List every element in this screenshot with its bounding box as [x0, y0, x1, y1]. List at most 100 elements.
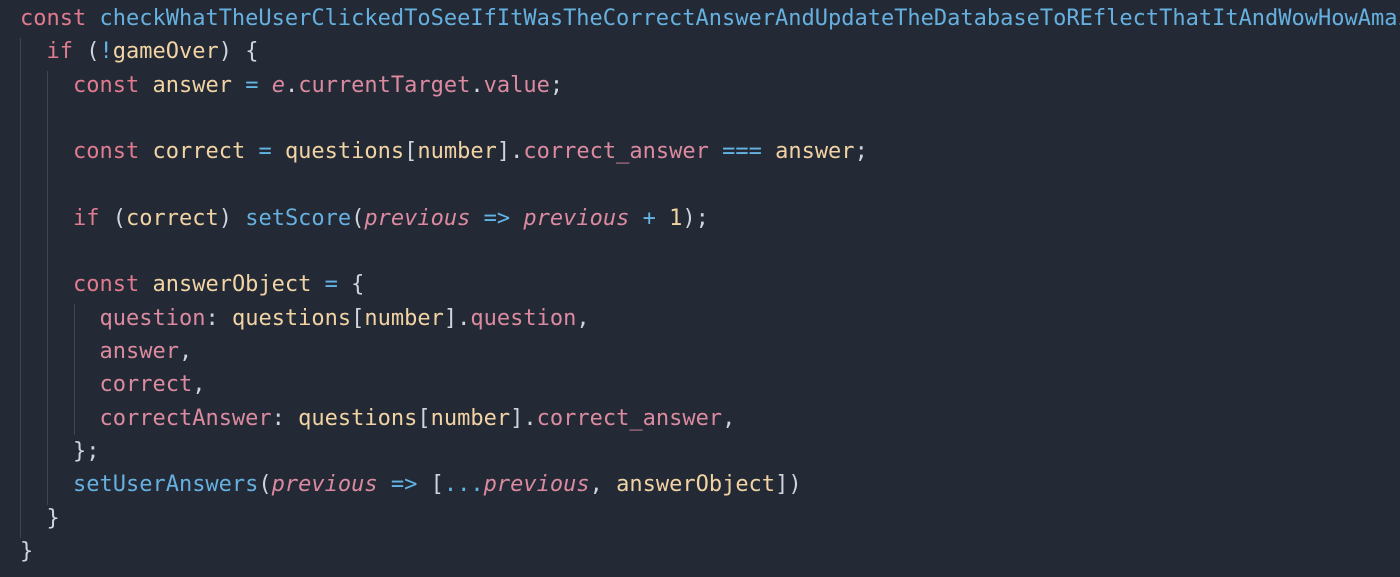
- code-token: const: [72, 272, 140, 298]
- code-line[interactable]: const answer = e.currentTarget.value;: [20, 69, 563, 102]
- code-token: =>: [390, 472, 418, 498]
- code-token: ,: [178, 339, 193, 364]
- code-line[interactable]: const answerObject = {: [20, 268, 364, 301]
- code-token: ;: [695, 205, 709, 231]
- code-token: [: [351, 305, 365, 331]
- code-token: answerObject: [152, 272, 312, 298]
- code-token: if: [72, 205, 100, 231]
- code-token: question: [470, 305, 577, 331]
- code-token: [: [430, 472, 444, 498]
- code-token: ,: [589, 472, 603, 498]
- code-token: ]: [510, 405, 524, 431]
- code-token: }: [20, 538, 34, 564]
- code-token: answer: [152, 72, 232, 98]
- code-line[interactable]: if (!gameOver) {: [20, 35, 259, 68]
- code-token: answer: [775, 139, 855, 165]
- code-token: checkWhatTheUserClickedToSeeIfItWasTheCo…: [99, 6, 1400, 31]
- code-token: :: [205, 305, 219, 331]
- code-line[interactable]: }: [20, 502, 60, 535]
- code-token: e: [271, 72, 285, 98]
- code-line[interactable]: const checkWhatTheUserClickedToSeeIfItWa…: [20, 2, 1400, 35]
- code-token: correct: [99, 372, 193, 398]
- code-token: const: [72, 72, 140, 98]
- code-token: [: [417, 405, 431, 431]
- code-token: 1: [669, 205, 683, 231]
- code-token: ;: [549, 72, 564, 98]
- code-token: .: [470, 72, 484, 98]
- code-token: question: [99, 305, 206, 331]
- code-token: ...: [443, 472, 484, 498]
- code-token: !: [99, 39, 113, 65]
- code-token: (: [112, 205, 126, 231]
- code-token: answer: [99, 339, 179, 364]
- code-token: ]: [443, 305, 458, 331]
- code-editor[interactable]: const checkWhatTheUserClickedToSeeIfItWa…: [0, 0, 1400, 577]
- code-line[interactable]: }: [20, 535, 33, 568]
- code-line[interactable]: answer,: [20, 335, 192, 368]
- code-token: questions: [284, 139, 405, 165]
- code-token: +: [642, 205, 656, 231]
- code-token: setUserAnswers: [72, 472, 259, 498]
- code-token: ): [218, 39, 232, 65]
- code-token: previous: [483, 472, 590, 498]
- code-token: {: [351, 272, 365, 298]
- code-token: (: [258, 472, 272, 498]
- code-line[interactable]: setUserAnswers(previous => [...previous,…: [20, 468, 802, 501]
- code-line[interactable]: correct,: [20, 368, 205, 401]
- code-token: ,: [192, 372, 206, 398]
- code-line[interactable]: if (correct) setScore(previous => previo…: [20, 202, 709, 235]
- code-token: =: [324, 272, 338, 298]
- code-token: ===: [722, 139, 762, 165]
- code-token: correct_answer: [536, 405, 723, 431]
- code-token: const: [72, 139, 140, 165]
- code-line[interactable]: };: [20, 435, 100, 468]
- code-token: previous: [364, 205, 471, 231]
- code-token: ,: [722, 405, 736, 431]
- code-token: ]: [775, 472, 789, 498]
- code-token: :: [271, 405, 285, 431]
- code-token: [: [404, 139, 418, 165]
- code-token: (: [86, 39, 100, 65]
- code-token: correct: [152, 139, 246, 165]
- code-token: number: [430, 405, 511, 431]
- code-line[interactable]: const correct = questions[number].correc…: [20, 135, 868, 168]
- code-token: .: [523, 405, 537, 431]
- code-token: .: [510, 139, 524, 165]
- code-token: =: [258, 139, 272, 165]
- code-token: ): [682, 205, 696, 231]
- code-token: correct: [125, 205, 219, 231]
- code-line[interactable]: correctAnswer: questions[number].correct…: [20, 402, 735, 435]
- code-token: =>: [483, 205, 511, 231]
- code-line[interactable]: question: questions[number].question,: [20, 302, 589, 335]
- code-token: ]: [496, 139, 511, 165]
- code-token: previous: [523, 205, 630, 231]
- code-token: ): [788, 472, 802, 498]
- code-token: correctAnswer: [99, 405, 272, 431]
- code-token: (: [351, 205, 365, 231]
- code-token: ;: [86, 438, 100, 464]
- code-token: setScore: [245, 205, 352, 231]
